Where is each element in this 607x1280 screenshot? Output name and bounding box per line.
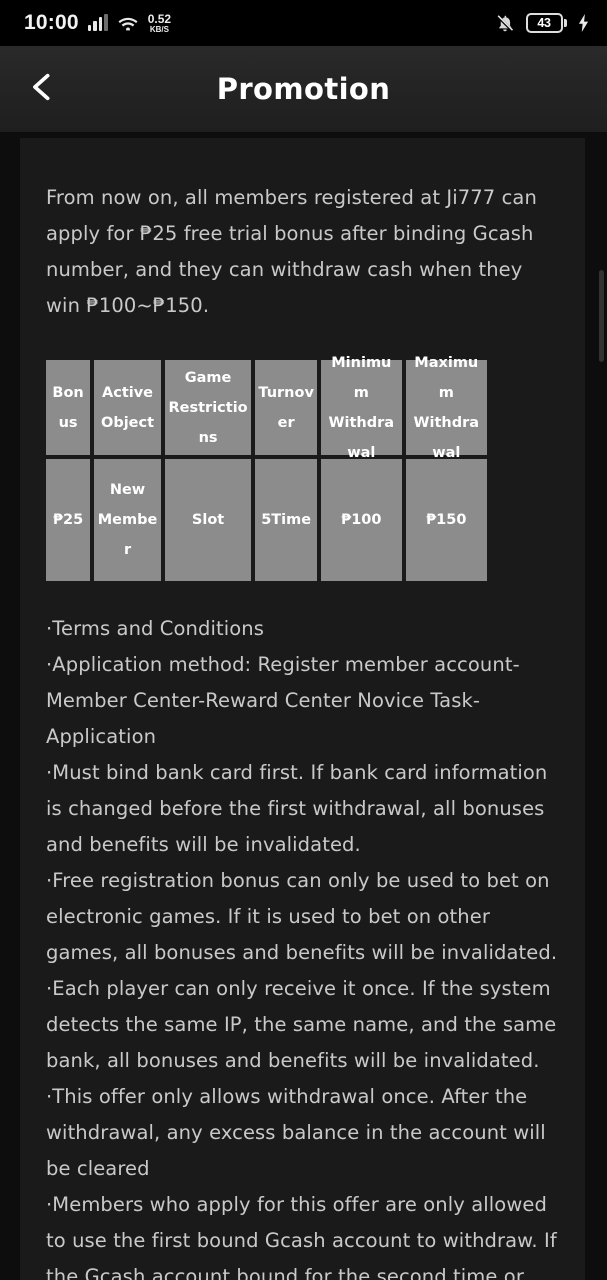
network-speed-unit: KB/S (149, 24, 169, 34)
status-bar: 10:00 0.52 KB/S 43 (0, 0, 607, 46)
table-column-turnover: Turnover 5Time (255, 360, 318, 581)
table-body-cell: 5Time (255, 459, 318, 581)
table-column-bonus: Bonus ₱25 (46, 360, 91, 581)
table-column-active-object: Active Object New Member (94, 360, 161, 581)
table-body-cell: ₱100 (321, 459, 402, 581)
cellular-signal-icon (87, 14, 108, 31)
table-column-game-restrictions: Game Restrictions Slot (164, 360, 252, 581)
scrollbar[interactable] (599, 270, 604, 1280)
promotion-content-card: From now on, all members registered at J… (20, 138, 585, 1280)
title-bar: Promotion (0, 46, 607, 132)
scroll-area[interactable]: From now on, all members registered at J… (0, 132, 607, 1280)
charging-bolt-icon (578, 14, 589, 32)
promotion-details-table: Bonus ₱25 Active Object New Member Game … (46, 355, 487, 581)
battery-body: 43 (525, 13, 563, 33)
table-body-cell: ₱25 (46, 459, 91, 581)
battery-indicator: 43 (525, 13, 567, 33)
terms-line: ·Must bind bank card first. If bank card… (46, 761, 548, 856)
battery-cap (564, 19, 567, 27)
page-title: Promotion (216, 72, 391, 106)
table-body-cell: Slot (164, 459, 252, 581)
table-body-cell: New Member (94, 459, 161, 581)
wifi-icon (117, 15, 139, 32)
chevron-left-icon (25, 70, 59, 108)
network-speed-indicator: 0.52 KB/S (148, 13, 171, 34)
status-bar-right: 43 (495, 13, 590, 34)
promotion-screen: 10:00 0.52 KB/S 43 Promotion From now on… (0, 0, 607, 1280)
terms-line: ·Terms and Conditions (46, 617, 265, 640)
terms-line: ·Free registration bonus can only be use… (46, 869, 558, 964)
status-time: 10:00 (24, 11, 79, 34)
scrollbar-thumb[interactable] (599, 270, 604, 362)
table-header-cell: Bonus (46, 360, 91, 455)
status-bar-left: 10:00 0.52 KB/S (24, 11, 171, 35)
table-header-cell: Active Object (94, 360, 161, 455)
terms-line: ·Members who apply for this offer are on… (46, 1193, 557, 1280)
promotion-intro-text: From now on, all members registered at J… (46, 186, 537, 317)
table-body-cell: ₱150 (405, 459, 487, 581)
network-speed-value: 0.52 (147, 11, 172, 26)
terms-line: ·Application method: Register member acc… (46, 653, 520, 748)
back-button[interactable] (18, 65, 66, 113)
terms-line: ·This offer only allows withdrawal once.… (46, 1085, 546, 1180)
table-header-cell: Turnover (255, 360, 318, 455)
table-column-maximum-withdrawal: Maximum Withdrawal ₱150 (405, 355, 487, 581)
table-header-cell: Game Restrictions (164, 360, 252, 455)
table-header-cell: Minimum Withdrawal (321, 355, 402, 461)
terms-line: ·Each player can only receive it once. I… (46, 977, 557, 1072)
table-column-minimum-withdrawal: Minimum Withdrawal ₱100 (321, 355, 402, 581)
battery-level-text: 43 (537, 16, 551, 30)
table-header-cell: Maximum Withdrawal (405, 355, 487, 461)
bell-muted-icon (495, 13, 515, 34)
terms-and-conditions: ·Terms and Conditions ·Application metho… (46, 611, 561, 1280)
